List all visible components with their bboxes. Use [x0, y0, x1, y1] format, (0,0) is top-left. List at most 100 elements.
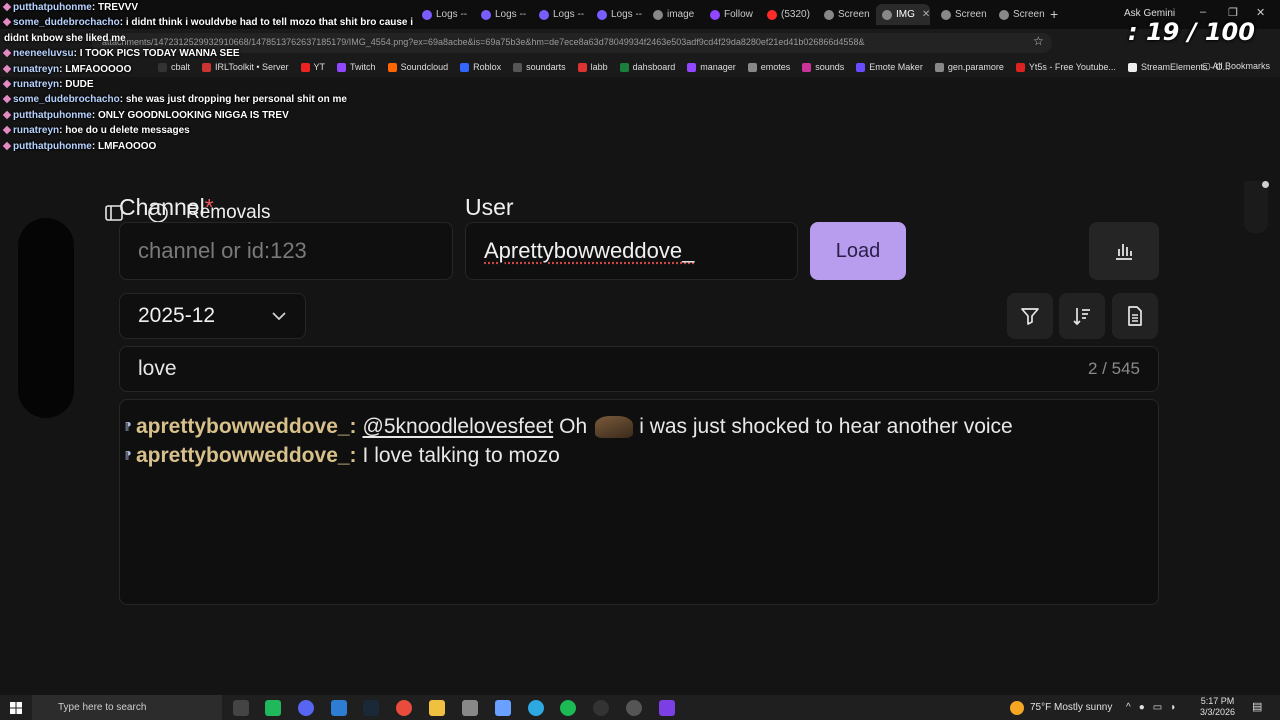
month-value: 2025-12: [138, 304, 216, 327]
filter-icon: [1019, 305, 1041, 327]
chat-text: LMFAOOOOO: [65, 63, 132, 75]
browser-tab[interactable]: Screen: [993, 4, 1049, 25]
bookmark-item[interactable]: sounds: [802, 62, 844, 72]
weather-text: 75°F Mostly sunny: [1030, 702, 1113, 713]
removals-label: Removals: [186, 202, 271, 223]
bookmark-favicon-icon: [577, 62, 587, 72]
steam-icon[interactable]: [363, 700, 379, 716]
channel-input[interactable]: channel or id:123: [119, 222, 453, 280]
tab-label: Logs --: [495, 9, 527, 20]
scroll-indicator: [1262, 181, 1269, 188]
tab-label: Follow: [724, 9, 753, 20]
sidebar-toggle-icon[interactable]: [104, 203, 124, 223]
app-icon-gray[interactable]: [462, 700, 478, 716]
bookmark-item[interactable]: Emote Maker: [856, 62, 923, 72]
browser-tab[interactable]: Screen: [935, 4, 991, 25]
log-username[interactable]: aprettybowweddove_:: [136, 444, 357, 468]
taskbar-search[interactable]: Type here to search: [32, 695, 222, 720]
browser-tab[interactable]: Logs --: [416, 4, 472, 25]
browser-tab[interactable]: image: [647, 4, 703, 25]
browser-tab[interactable]: Follow: [704, 4, 760, 25]
chat-message: some_dudebrochacho: i didnt think i woul…: [2, 15, 424, 46]
bookmark-item[interactable]: gen.paramore: [934, 62, 1004, 72]
load-button[interactable]: Load: [810, 222, 906, 280]
tab-label: image: [667, 9, 695, 20]
close-tab-icon[interactable]: ✕: [922, 9, 930, 20]
tray-chevron-icon[interactable]: ^: [1126, 702, 1131, 713]
bookmark-favicon-icon: [747, 62, 757, 72]
bookmark-star-icon[interactable]: ☆: [1033, 34, 1044, 48]
chat-badge-icon: [2, 95, 12, 104]
browser-tab[interactable]: (5320): [761, 4, 817, 25]
browser-tab[interactable]: Screen: [818, 4, 874, 25]
task-view-icon[interactable]: [233, 700, 249, 716]
chrome-icon[interactable]: [396, 700, 412, 716]
bookmark-item[interactable]: labb: [577, 62, 608, 72]
windows-start-icon[interactable]: [10, 701, 22, 719]
stats-button[interactable]: [1089, 222, 1159, 280]
user-input[interactable]: Aprettybowweddove_: [465, 222, 798, 280]
bookmark-item[interactable]: soundarts: [513, 62, 566, 72]
notifications-icon[interactable]: ▤: [1252, 700, 1268, 716]
log-message-row: ⁋ aprettybowweddove_: @5knoodlelovesfeet Oh…: [120, 412, 1158, 441]
chat-text: ONLY GOODNLOOKING NIGGA IS TREV: [97, 109, 289, 121]
chevron-down-icon: [271, 311, 287, 321]
chat-username: putthatpuhonme: [13, 109, 92, 121]
file-explorer-icon[interactable]: [429, 700, 445, 716]
tab-label: Screen: [838, 9, 870, 20]
tab-favicon-icon: [597, 9, 607, 20]
sidebar-strip: [18, 218, 74, 418]
mic-icon[interactable]: ●: [1139, 702, 1145, 713]
discord-icon[interactable]: [298, 700, 314, 716]
app-icon-c[interactable]: [528, 700, 544, 716]
month-select[interactable]: 2025-12: [119, 293, 306, 339]
chat-badge-icon: [2, 18, 12, 27]
system-tray[interactable]: ^ ● ▭ ◗: [1126, 695, 1176, 720]
new-tab-button[interactable]: +: [1050, 6, 1058, 22]
bookmark-favicon-icon: [687, 62, 697, 72]
search-input[interactable]: love: [138, 357, 177, 381]
chat-message: putthatpuhonme: LMFAOOOO: [2, 139, 424, 154]
bookmark-label: manager: [700, 62, 736, 72]
log-mention[interactable]: @5knoodlelovesfeet: [363, 415, 554, 439]
weather-widget[interactable]: 75°F Mostly sunny: [1010, 695, 1112, 720]
app-icon-dark[interactable]: [626, 700, 642, 716]
sort-button[interactable]: [1059, 293, 1105, 339]
scrollbar-thumb[interactable]: [1244, 181, 1268, 233]
logs-page: Channel* Removals User channel or id:123…: [0, 181, 1280, 621]
bookmark-label: labb: [590, 62, 608, 72]
bookmark-item[interactable]: Roblox: [460, 62, 501, 72]
windows-taskbar: Type here to search 75°F Mostly sunny ^ …: [0, 695, 1280, 720]
filter-button[interactable]: [1007, 293, 1053, 339]
network-icon[interactable]: ▭: [1153, 702, 1162, 713]
browser-tab[interactable]: Logs --: [591, 4, 647, 25]
browser-tab[interactable]: Logs --: [533, 4, 589, 25]
log-text: I love talking to mozo: [362, 443, 560, 467]
close-window-icon[interactable]: ✕: [1256, 6, 1265, 19]
store-icon[interactable]: [331, 700, 347, 716]
chat-message: putthatpuhonme: TREVVV: [2, 0, 424, 15]
chat-username: some_dudebrochacho: [13, 94, 120, 106]
browser-tab[interactable]: Logs --: [475, 4, 531, 25]
bookmark-item[interactable]: dahsboard: [619, 62, 675, 72]
browser-tab[interactable]: IMG ✕: [876, 4, 930, 25]
tab-favicon-icon: [767, 9, 777, 20]
volume-icon[interactable]: ◗: [1170, 702, 1176, 713]
bookmark-item[interactable]: manager: [687, 62, 736, 72]
app-icon-green[interactable]: [265, 700, 281, 716]
all-bookmarks-button[interactable]: ▢ All Bookmarks: [1202, 61, 1270, 72]
chat-badge-icon: [2, 110, 12, 120]
text-view-button[interactable]: [1112, 293, 1158, 339]
minimize-icon[interactable]: –: [1200, 6, 1206, 18]
search-bar[interactable]: love 2 / 545: [119, 346, 1159, 392]
bookmark-item[interactable]: Yt5s - Free Youtube...: [1015, 62, 1116, 72]
clock[interactable]: 5:17 PM 3/3/2026: [1200, 696, 1235, 718]
tab-label: Logs --: [611, 9, 643, 20]
spotify-icon[interactable]: [560, 700, 576, 716]
obs-icon[interactable]: [593, 700, 609, 716]
bookmark-item[interactable]: emotes: [747, 62, 790, 72]
log-username[interactable]: aprettybowweddove_:: [136, 415, 357, 439]
app-icon-purple[interactable]: [659, 700, 675, 716]
app-icon-blue[interactable]: [495, 700, 511, 716]
user-badge-icon: ⁋: [124, 450, 132, 462]
